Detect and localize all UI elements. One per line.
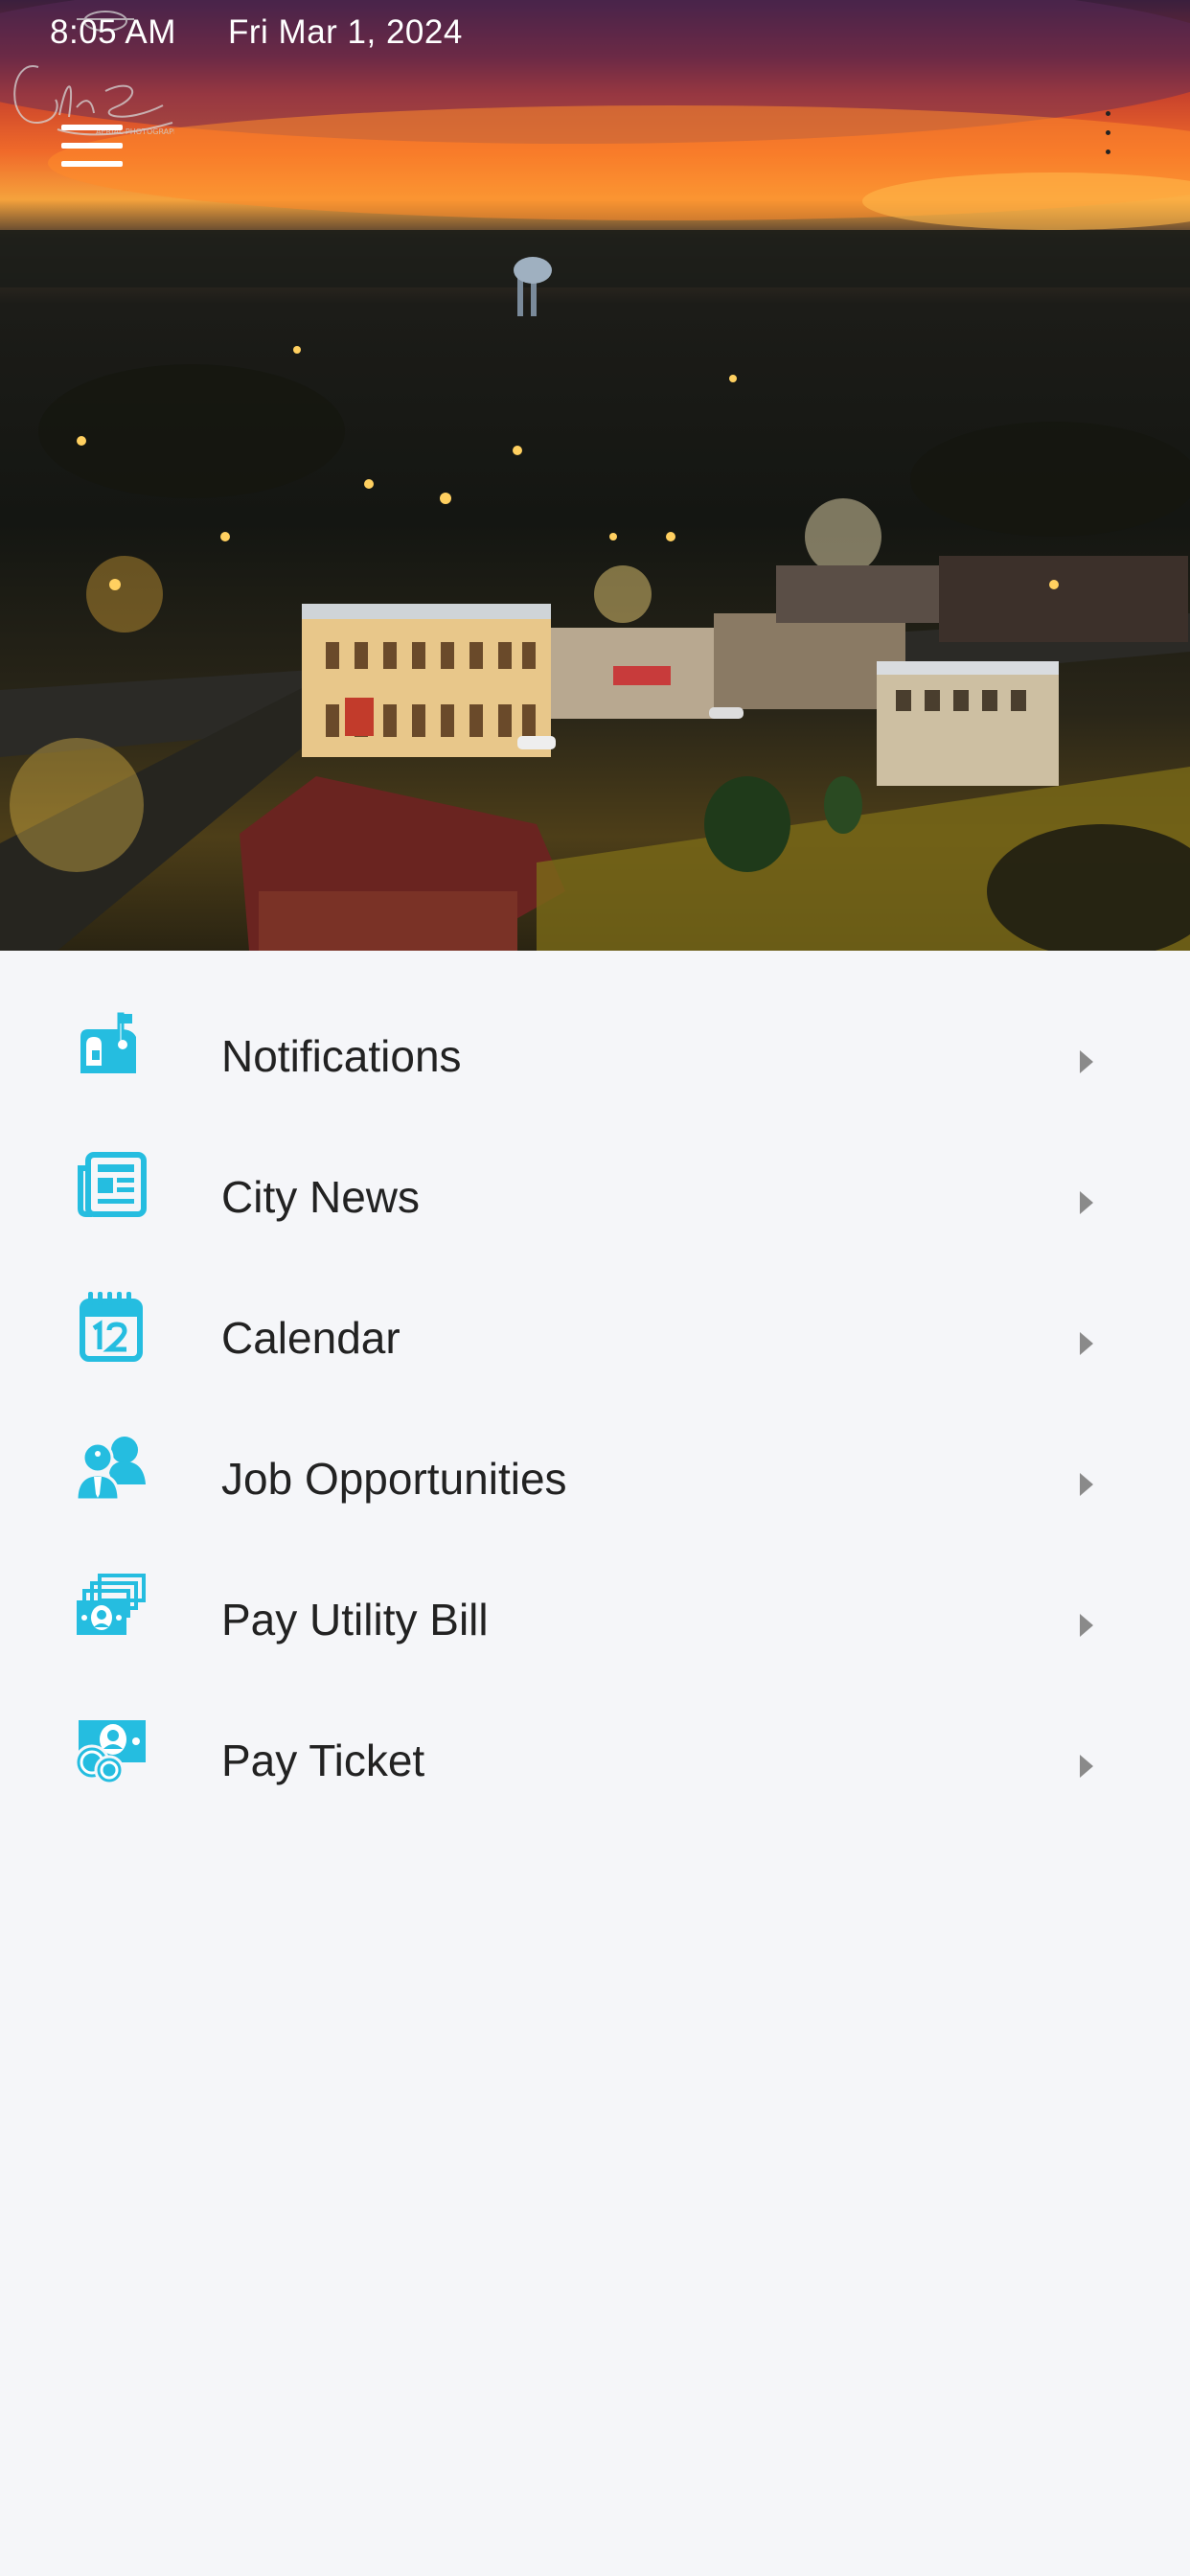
menu-item-label: Pay Ticket [221, 1736, 425, 1785]
money-coins-icon [75, 1720, 146, 1785]
chevron-right-icon [1080, 1473, 1093, 1496]
menu-item-label: Calendar [221, 1313, 400, 1363]
menu-item-label: Pay Utility Bill [221, 1595, 489, 1644]
newspaper-icon [78, 1152, 147, 1217]
chevron-right-icon [1080, 1755, 1093, 1778]
menu-item-pay-ticket[interactable]: Pay Ticket [0, 1663, 1190, 1804]
menu-item-label: Job Opportunities [221, 1454, 567, 1504]
hero-image: AERIAL PHOTOGRAPHY 8:05 AM Fri Mar 1, 20… [0, 0, 1190, 951]
menu-item-calendar[interactable]: Calendar [0, 1240, 1190, 1381]
users-icon [75, 1437, 146, 1502]
more-vertical-icon[interactable] [1100, 107, 1115, 165]
mailbox-icon [80, 1012, 136, 1073]
menu-item-label: Notifications [221, 1031, 462, 1081]
menu-item-label: City News [221, 1172, 421, 1222]
status-date: Fri Mar 1, 2024 [228, 13, 463, 51]
menu-item-city-news[interactable]: City News [0, 1099, 1190, 1240]
money-stack-icon [77, 1574, 146, 1635]
calendar-icon [80, 1292, 143, 1362]
town-scene-illustration [0, 0, 1190, 951]
chevron-right-icon [1080, 1332, 1093, 1355]
hamburger-menu-icon[interactable] [61, 125, 123, 167]
menu-item-job-opportunities[interactable]: Job Opportunities [0, 1381, 1190, 1522]
chevron-right-icon [1080, 1191, 1093, 1214]
chevron-right-icon [1080, 1050, 1093, 1073]
chevron-right-icon [1080, 1614, 1093, 1637]
status-time: 8:05 AM [50, 13, 176, 51]
menu-item-pay-utility-bill[interactable]: Pay Utility Bill [0, 1522, 1190, 1663]
menu-item-notifications[interactable]: Notifications [0, 958, 1190, 1099]
